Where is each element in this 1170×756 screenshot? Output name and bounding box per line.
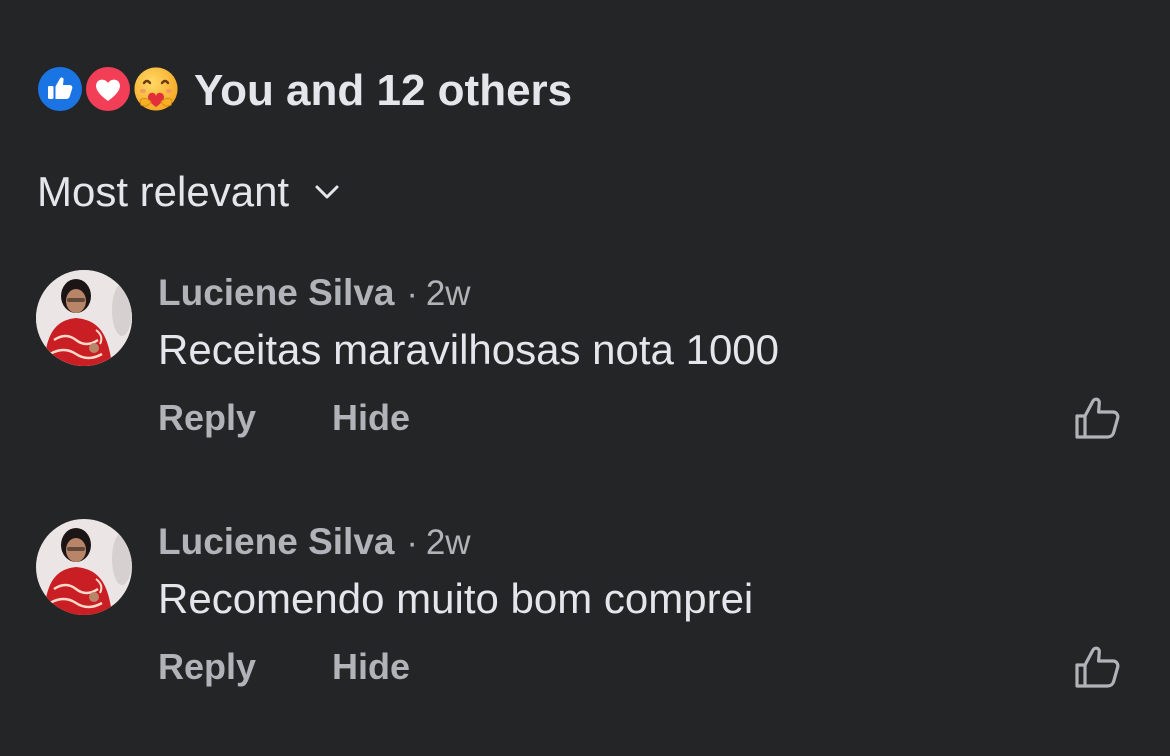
thumbs-up-outline-icon[interactable] <box>1072 392 1124 444</box>
reaction-summary-text[interactable]: You and 12 others <box>194 64 572 118</box>
sort-label: Most relevant <box>37 168 290 215</box>
reactions-summary[interactable] <box>35 62 183 116</box>
comment-meta: Luciene Silva · 2w <box>158 272 471 316</box>
avatar[interactable] <box>36 519 132 615</box>
comment-author-name[interactable]: Luciene Silva <box>158 521 395 563</box>
care-icon <box>132 65 180 113</box>
like-icon <box>35 64 85 114</box>
reply-button[interactable]: Reply <box>158 646 256 688</box>
comment-timestamp[interactable]: 2w <box>426 523 471 563</box>
comment-timestamp[interactable]: 2w <box>426 274 471 314</box>
comment-actions: Reply Hide <box>158 396 410 440</box>
hide-button[interactable]: Hide <box>332 397 410 439</box>
love-icon <box>83 64 133 114</box>
comment-actions: Reply Hide <box>158 645 410 689</box>
reply-button[interactable]: Reply <box>158 397 256 439</box>
comment-item: Luciene Silva · 2w Receitas maravilhosas… <box>0 270 1170 490</box>
hide-button[interactable]: Hide <box>332 646 410 688</box>
comment-sort-dropdown[interactable]: Most relevant <box>37 164 343 220</box>
avatar[interactable] <box>36 270 132 366</box>
reaction-icons <box>35 62 183 116</box>
meta-separator: · <box>406 275 418 313</box>
comment-text: Receitas maravilhosas nota 1000 <box>158 326 780 373</box>
comment-text: Recomendo muito bom comprei <box>158 575 754 622</box>
comment-meta: Luciene Silva · 2w <box>158 521 471 565</box>
comment-author-name[interactable]: Luciene Silva <box>158 272 395 314</box>
comment-item: Luciene Silva · 2w Recomendo muito bom c… <box>0 519 1170 739</box>
thumbs-up-outline-icon[interactable] <box>1072 641 1124 693</box>
chevron-down-icon <box>315 185 339 199</box>
meta-separator: · <box>406 524 418 562</box>
